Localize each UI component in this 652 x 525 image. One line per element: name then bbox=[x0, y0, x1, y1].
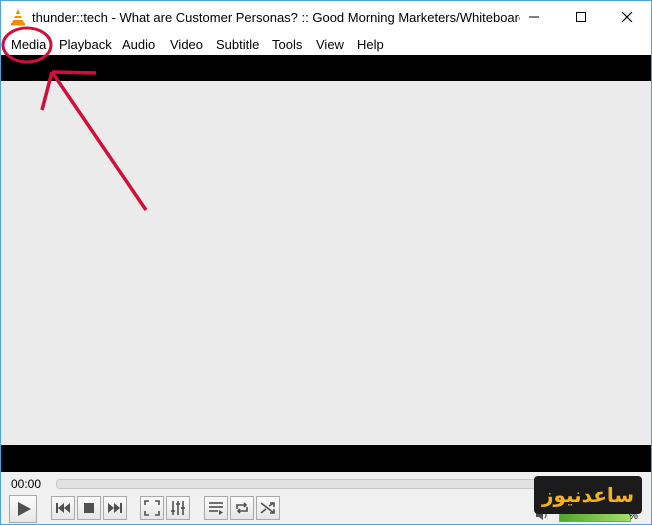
next-button[interactable] bbox=[103, 496, 127, 520]
menu-subtitle[interactable]: Subtitle bbox=[216, 37, 259, 52]
loop-icon bbox=[236, 502, 248, 514]
loop-button[interactable] bbox=[230, 496, 254, 520]
menu-video[interactable]: Video bbox=[170, 37, 203, 52]
minimize-icon bbox=[529, 16, 539, 18]
extended-settings-icon bbox=[171, 501, 185, 515]
fullscreen-button[interactable] bbox=[140, 496, 164, 520]
next-icon bbox=[108, 503, 122, 513]
volume-slider[interactable] bbox=[559, 513, 631, 522]
previous-icon bbox=[56, 503, 70, 513]
video-letterbox-top bbox=[1, 55, 651, 81]
extended-settings-button[interactable] bbox=[166, 496, 190, 520]
menu-tools[interactable]: Tools bbox=[272, 37, 302, 52]
video-letterbox-bottom bbox=[1, 445, 651, 472]
close-button[interactable] bbox=[604, 1, 650, 33]
menu-media[interactable]: Media bbox=[11, 37, 46, 52]
playlist-icon bbox=[209, 502, 223, 515]
menu-bar: Media Playback Audio Video Subtitle Tool… bbox=[1, 33, 651, 55]
video-display[interactable] bbox=[1, 81, 651, 445]
window-title: thunder::tech - What are Customer Person… bbox=[32, 10, 520, 25]
vlc-window: thunder::tech - What are Customer Person… bbox=[0, 0, 652, 525]
fullscreen-icon bbox=[144, 500, 160, 516]
menu-view[interactable]: View bbox=[316, 37, 344, 52]
close-icon bbox=[621, 11, 633, 23]
previous-button[interactable] bbox=[51, 496, 75, 520]
vlc-cone-icon bbox=[11, 9, 25, 26]
shuffle-button[interactable] bbox=[256, 496, 280, 520]
stop-button[interactable] bbox=[77, 496, 101, 520]
play-icon bbox=[18, 502, 31, 516]
maximize-button[interactable] bbox=[558, 1, 604, 33]
time-elapsed: 00:00 bbox=[11, 477, 42, 491]
shuffle-icon bbox=[260, 502, 275, 514]
playlist-button[interactable] bbox=[204, 496, 228, 520]
watermark-logo: ساعدنیوز bbox=[534, 476, 642, 514]
menu-playback[interactable]: Playback bbox=[59, 37, 112, 52]
menu-help[interactable]: Help bbox=[357, 37, 384, 52]
stop-icon bbox=[84, 503, 94, 513]
minimize-button[interactable] bbox=[511, 1, 557, 33]
maximize-icon bbox=[576, 12, 586, 22]
menu-audio[interactable]: Audio bbox=[122, 37, 155, 52]
play-button[interactable] bbox=[9, 495, 37, 523]
title-bar[interactable]: thunder::tech - What are Customer Person… bbox=[1, 1, 651, 33]
